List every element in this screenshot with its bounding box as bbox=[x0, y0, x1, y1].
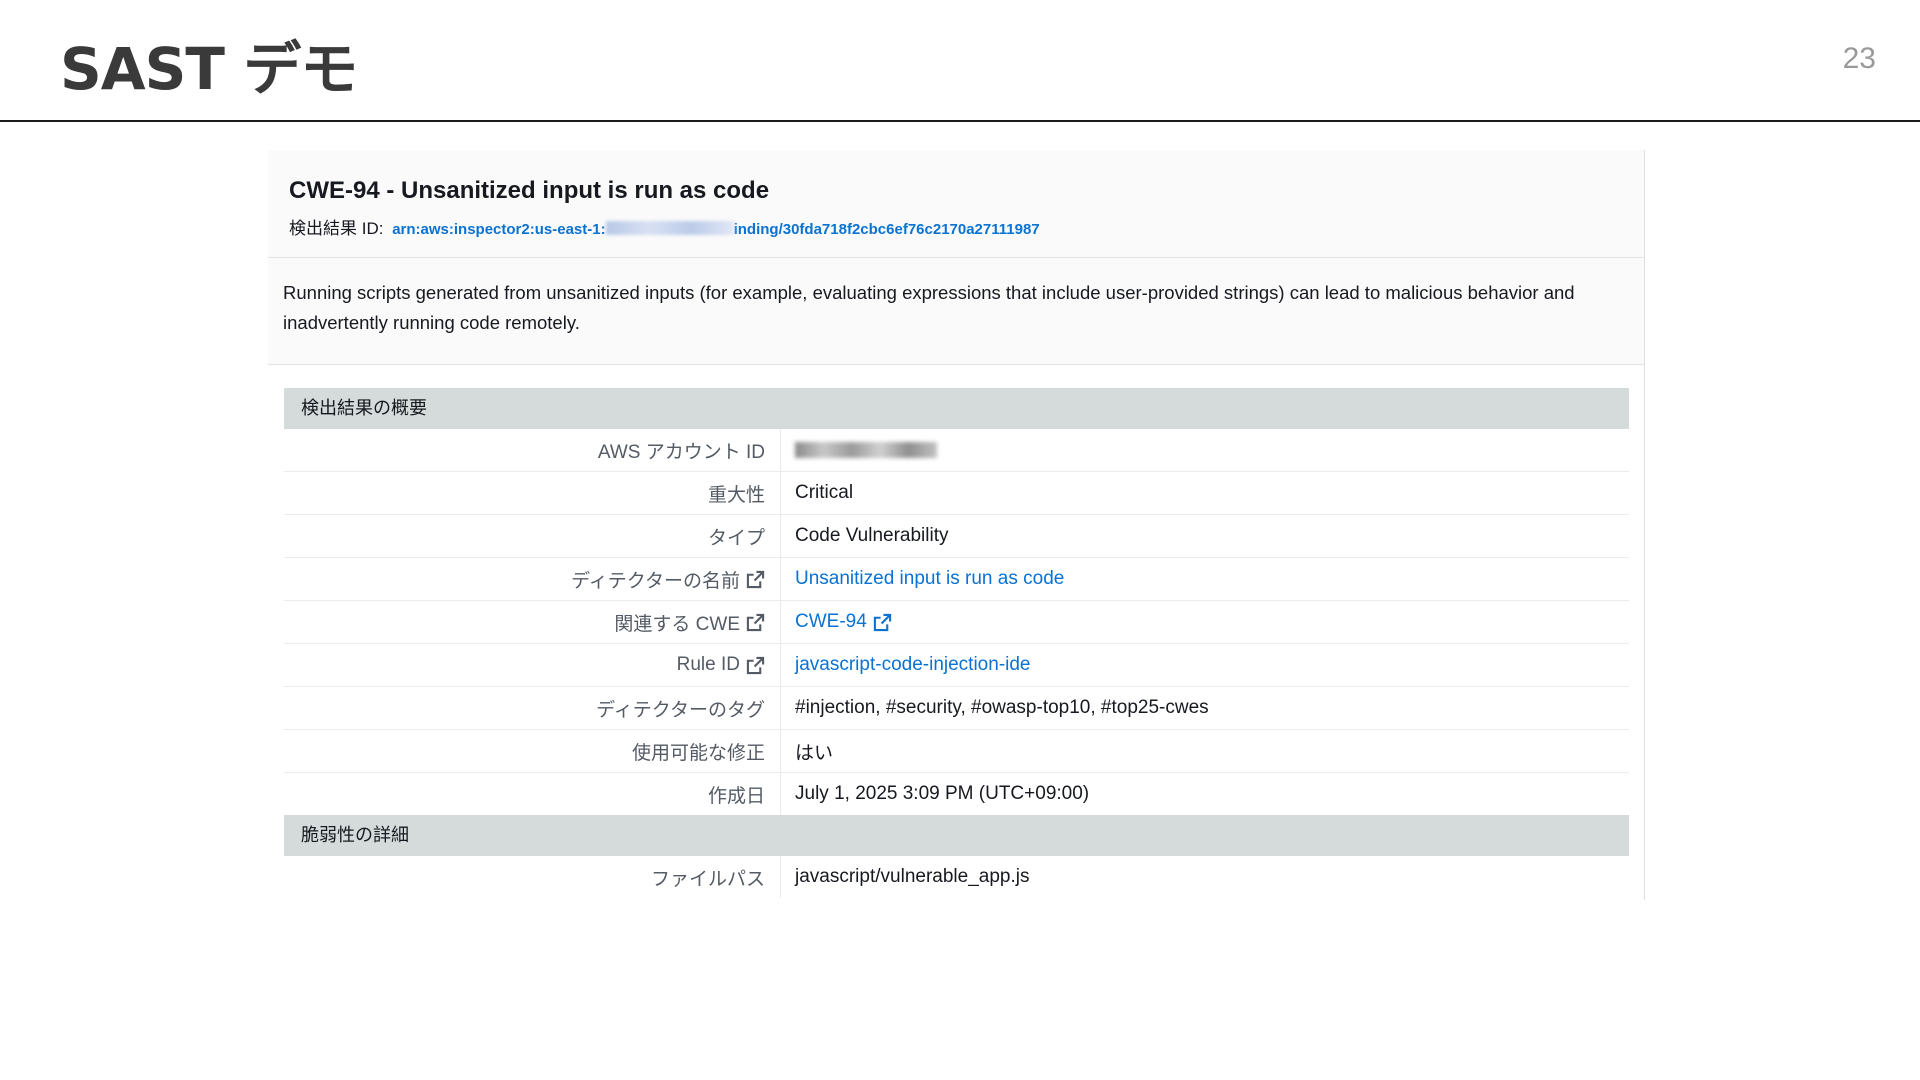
finding-id-row: 検出結果 ID: arn:aws:inspector2:us-east-1: in… bbox=[289, 214, 1040, 239]
detail-row-fix-available: 使用可能な修正 はい bbox=[284, 730, 1629, 773]
detail-row-account-id: AWS アカウント ID bbox=[284, 429, 1629, 472]
title-divider bbox=[0, 120, 1920, 122]
detail-value: javascript/vulnerable_app.js bbox=[795, 866, 1030, 887]
detail-row-detector-tags: ディテクターのタグ #injection, #security, #owasp-… bbox=[284, 687, 1629, 730]
rule-id-link[interactable]: javascript-code-injection-ide bbox=[781, 654, 1031, 676]
finding-id-label: 検出結果 ID: bbox=[289, 219, 384, 238]
description-block: Running scripts generated from unsanitiz… bbox=[268, 258, 1644, 365]
detail-value: Critical bbox=[795, 482, 854, 503]
detail-value: Code Vulnerability bbox=[795, 525, 949, 546]
detail-key-label: Rule ID bbox=[676, 654, 740, 675]
detail-value: #injection, #security, #owasp-top10, #to… bbox=[795, 697, 1209, 718]
finding-panel: CWE-94 - Unsanitized input is run as cod… bbox=[268, 150, 1645, 900]
external-link-icon[interactable] bbox=[746, 570, 765, 589]
detail-value: July 1, 2025 3:09 PM (UTC+09:00) bbox=[795, 783, 1090, 804]
section-header-vulnerability: 脆弱性の詳細 bbox=[284, 815, 1629, 856]
external-link-icon[interactable] bbox=[746, 613, 765, 632]
external-link-icon[interactable] bbox=[873, 613, 892, 632]
page-number: 23 bbox=[1842, 42, 1876, 75]
finding-title: CWE-94 - Unsanitized input is run as cod… bbox=[289, 177, 770, 204]
detail-key: タイプ bbox=[284, 515, 781, 557]
cwe-link[interactable]: CWE-94 bbox=[795, 611, 867, 633]
finding-description: Running scripts generated from unsanitiz… bbox=[283, 282, 1575, 333]
detail-key: AWS アカウント ID bbox=[284, 429, 781, 471]
detail-row-detector-name: ディテクターの名前 Unsanitized input is run as co… bbox=[284, 558, 1629, 601]
redacted-account bbox=[605, 221, 734, 235]
detail-key-label: 関連する CWE bbox=[614, 613, 740, 635]
detail-key: 使用可能な修正 bbox=[284, 730, 781, 772]
detail-row-related-cwe: 関連する CWE CWE-94 bbox=[284, 601, 1629, 644]
redacted-account-id bbox=[795, 442, 937, 458]
detail-key: ディテクターの名前 bbox=[284, 558, 781, 600]
detector-name-link[interactable]: Unsanitized input is run as code bbox=[781, 568, 1064, 590]
arn-suffix: inding/30fda718f2cbc6ef76c2170a27111987 bbox=[733, 221, 1040, 238]
external-link-icon[interactable] bbox=[746, 656, 765, 675]
slide-title: SAST デモ bbox=[60, 35, 358, 103]
detail-key: 関連する CWE bbox=[284, 601, 781, 643]
detail-key: ファイルパス bbox=[284, 856, 781, 898]
finding-arn-link[interactable]: arn:aws:inspector2:us-east-1: inding/30fd… bbox=[392, 221, 1040, 238]
detail-row-created-at: 作成日 July 1, 2025 3:09 PM (UTC+09:00) bbox=[284, 773, 1629, 815]
detail-value: はい bbox=[795, 742, 834, 764]
detail-row-rule-id: Rule ID javascript-code-injection-ide bbox=[284, 644, 1629, 687]
detail-key-label: ディテクターの名前 bbox=[571, 570, 740, 592]
detail-row-severity: 重大性 Critical bbox=[284, 472, 1629, 515]
finding-header: CWE-94 - Unsanitized input is run as cod… bbox=[268, 150, 1644, 258]
section-header-overview: 検出結果の概要 bbox=[284, 388, 1629, 429]
detail-value bbox=[781, 442, 937, 458]
detail-key: ディテクターのタグ bbox=[284, 687, 781, 729]
detail-row-type: タイプ Code Vulnerability bbox=[284, 515, 1629, 558]
details-table: 検出結果の概要 AWS アカウント ID 重大性 Critical タイプ Co… bbox=[284, 388, 1629, 898]
detail-row-file-path: ファイルパス javascript/vulnerable_app.js bbox=[284, 856, 1629, 898]
detail-key: 作成日 bbox=[284, 773, 781, 815]
detail-value: CWE-94 bbox=[781, 611, 892, 633]
detail-key: Rule ID bbox=[284, 644, 781, 686]
detail-key: 重大性 bbox=[284, 472, 781, 514]
arn-prefix: arn:aws:inspector2:us-east-1: bbox=[392, 221, 606, 238]
